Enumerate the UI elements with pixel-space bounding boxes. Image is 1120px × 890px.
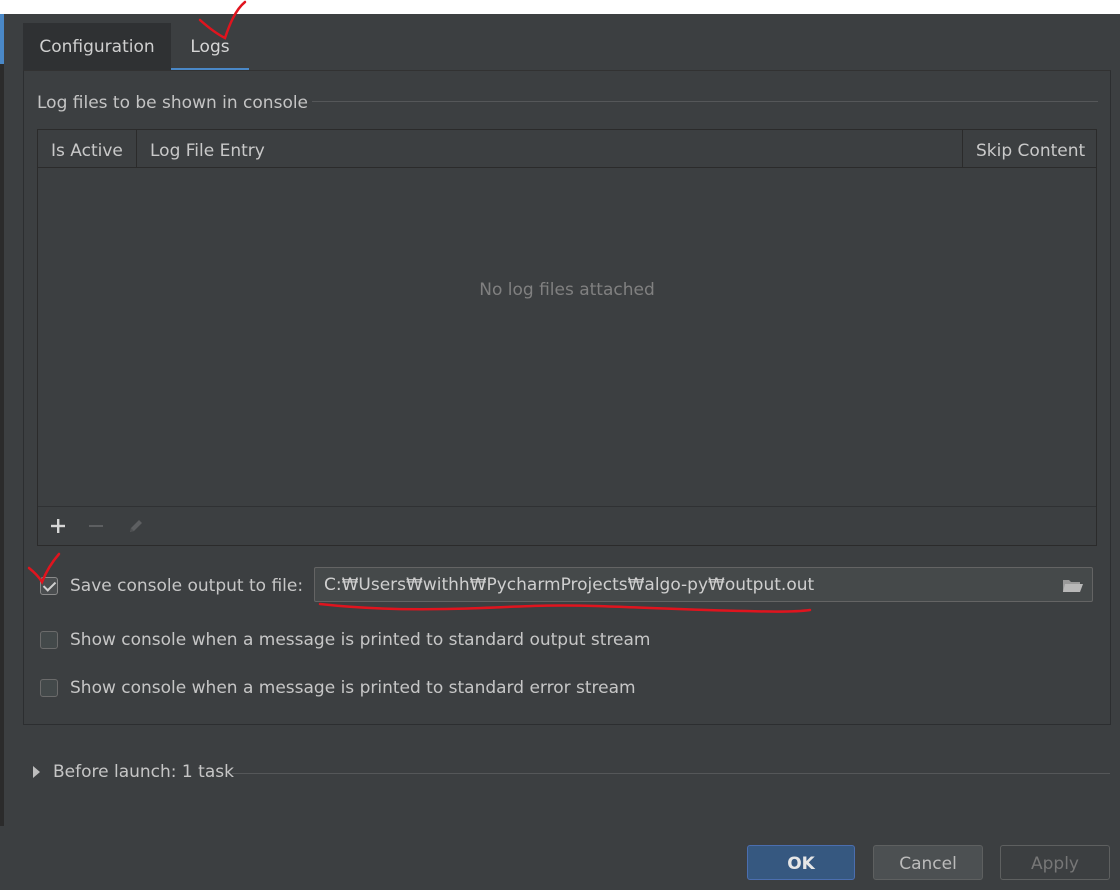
show-stdout-row: Show console when a message is printed t… xyxy=(40,630,651,650)
expand-triangle-icon xyxy=(33,766,40,778)
show-stdout-label: Show console when a message is printed t… xyxy=(70,630,651,650)
show-stderr-checkbox[interactable] xyxy=(40,679,58,697)
show-stdout-checkbox[interactable] xyxy=(40,631,58,649)
group-separator xyxy=(312,101,1098,102)
selected-config-indicator xyxy=(0,14,4,64)
pencil-icon[interactable] xyxy=(121,507,151,545)
apply-button[interactable]: Apply xyxy=(1000,845,1110,880)
save-output-checkbox[interactable] xyxy=(40,577,58,595)
title-area xyxy=(0,0,1120,14)
before-launch-separator xyxy=(232,773,1110,774)
log-files-group-title: Log files to be shown in console xyxy=(37,93,309,113)
column-log-file-entry[interactable]: Log File Entry xyxy=(137,130,963,167)
column-is-active[interactable]: Is Active xyxy=(38,130,137,167)
minus-icon[interactable] xyxy=(81,507,111,545)
plus-icon[interactable] xyxy=(43,507,73,545)
table-header: Is Active Log File Entry Skip Content xyxy=(38,130,1096,168)
empty-table-text: No log files attached xyxy=(479,280,655,300)
folder-icon[interactable] xyxy=(1062,577,1084,594)
show-stderr-label: Show console when a message is printed t… xyxy=(70,678,636,698)
left-edge xyxy=(0,14,4,826)
tab-logs[interactable]: Logs xyxy=(171,23,249,71)
log-files-table[interactable]: Is Active Log File Entry Skip Content No… xyxy=(37,129,1097,546)
before-launch-toggle[interactable]: Before launch: 1 task xyxy=(33,762,234,782)
column-skip-content[interactable]: Skip Content xyxy=(963,130,1096,167)
save-output-row: Save console output to file: xyxy=(40,576,303,596)
ok-button[interactable]: OK xyxy=(747,845,855,880)
output-path-value[interactable]: C:₩Users₩withh₩PycharmProjects₩algo-py₩o… xyxy=(324,568,814,603)
output-path-field[interactable]: C:₩Users₩withh₩PycharmProjects₩algo-py₩o… xyxy=(314,567,1093,602)
save-output-label: Save console output to file: xyxy=(70,576,304,596)
before-launch-label: Before launch: 1 task xyxy=(53,762,234,782)
tab-configuration[interactable]: Configuration xyxy=(23,23,171,70)
cancel-button[interactable]: Cancel xyxy=(873,845,983,880)
table-toolbar xyxy=(38,506,1096,545)
show-stderr-row: Show console when a message is printed t… xyxy=(40,678,636,698)
